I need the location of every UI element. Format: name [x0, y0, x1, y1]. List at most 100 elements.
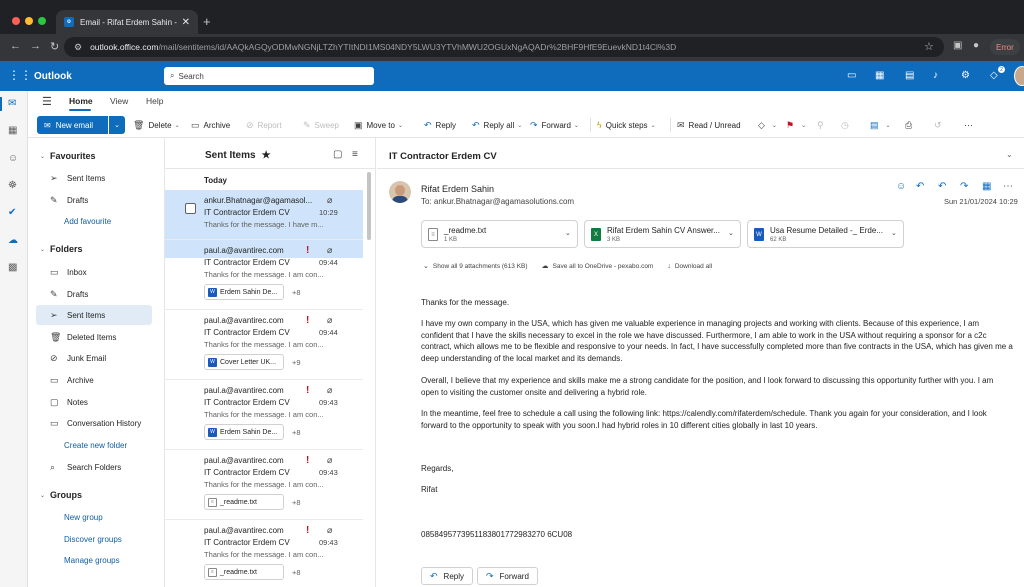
attachment-chip[interactable]: W Erdem Sahin De...: [204, 424, 284, 440]
show-all-attachments-link[interactable]: ⌄ Show all 9 attachments (613 KB): [423, 262, 528, 271]
teams-icon[interactable]: ▦: [875, 70, 884, 81]
favourite-drafts[interactable]: ✎ Drafts: [36, 190, 152, 210]
favourite-sent-items[interactable]: ➢ Sent Items: [36, 168, 152, 188]
new-tab-icon[interactable]: +: [203, 14, 211, 29]
message-checkbox[interactable]: [185, 203, 196, 214]
message-item[interactable]: paul.a@avantirec.com ! ⌀ IT Contractor E…: [165, 310, 363, 378]
close-window-button[interactable]: [12, 17, 20, 25]
browser-tab[interactable]: o Email - Rifat Erdem Sahin - O ✕: [56, 10, 198, 34]
message-item[interactable]: paul.a@avantirec.com ! ⌀ IT Contractor E…: [165, 450, 363, 518]
reply-toolbar-button[interactable]: ↶ Reply: [424, 120, 456, 131]
new-group-link[interactable]: New group: [64, 513, 103, 522]
add-favourite-link[interactable]: Add favourite: [64, 217, 111, 226]
reload-icon[interactable]: ↻: [50, 40, 59, 53]
back-icon[interactable]: ←: [10, 40, 21, 52]
read-unread-button[interactable]: ✉ Read / Unread: [677, 120, 741, 131]
reply-all-icon[interactable]: ↶: [938, 181, 946, 192]
chevron-down-icon[interactable]: ⌄: [891, 229, 897, 237]
groups-icon[interactable]: ☸: [8, 180, 17, 191]
reply-button[interactable]: ↶ Reply: [421, 567, 473, 585]
browser-error-pill[interactable]: Error: [990, 39, 1020, 55]
tab-close-icon[interactable]: ✕: [182, 17, 190, 28]
sender-avatar[interactable]: [389, 181, 411, 203]
folder-deleted-items[interactable]: 🗑 Deleted Items: [36, 327, 152, 347]
bookmark-star-icon[interactable]: ☆: [924, 40, 934, 53]
archive-button[interactable]: ▭ Archive: [191, 120, 230, 131]
folder-inbox[interactable]: ▭ Inbox: [36, 262, 152, 282]
my-day-icon[interactable]: ▤: [905, 70, 914, 81]
tab-view[interactable]: View: [110, 96, 128, 106]
premium-icon[interactable]: ◇: [990, 70, 998, 81]
print-button[interactable]: ⎙: [905, 120, 916, 131]
attachment-chip[interactable]: W Cover Letter UK...: [204, 354, 284, 370]
more-options-button[interactable]: ⋯: [964, 120, 977, 131]
reply-all-button[interactable]: ↶ Reply all ⌄: [472, 120, 522, 131]
report-button[interactable]: ⊘ Report: [246, 120, 282, 131]
folder-junk-email[interactable]: ⊘ Junk Email: [36, 348, 152, 368]
forward-icon[interactable]: →: [30, 40, 41, 52]
folder-conversation-history[interactable]: ▭ Conversation History: [36, 413, 152, 433]
attachment-chip[interactable]: W Erdem Sahin De...: [204, 284, 284, 300]
folder-drafts[interactable]: ✎ Drafts: [36, 284, 152, 304]
profile-icon[interactable]: ●: [973, 40, 979, 51]
folders-header[interactable]: ⌄ Folders: [40, 244, 83, 254]
todo-icon[interactable]: ✔: [8, 207, 16, 218]
attachment-chip[interactable]: ≡ _readme.txt: [204, 494, 284, 510]
folder-archive[interactable]: ▭ Archive: [36, 370, 152, 390]
delete-button[interactable]: 🗑 Delete ⌄: [133, 120, 180, 131]
snooze-button[interactable]: ◷: [841, 120, 853, 131]
attachment-more-count[interactable]: +8: [292, 428, 301, 437]
attachment-card[interactable]: ≡ _readme.txt 1 KB ⌄: [421, 220, 578, 248]
message-item[interactable]: paul.a@avantirec.com ! ⌀ IT Contractor E…: [165, 380, 363, 448]
reply-icon[interactable]: ↶: [916, 181, 924, 192]
favourite-star-icon[interactable]: ★: [262, 150, 271, 161]
notifications-icon[interactable]: ♪: [933, 70, 938, 81]
message-list-scrollbar[interactable]: [367, 172, 371, 240]
tab-help[interactable]: Help: [146, 96, 163, 106]
chevron-down-icon[interactable]: ⌄: [1006, 150, 1013, 159]
manage-groups-link[interactable]: Manage groups: [64, 556, 120, 565]
app-launcher-icon[interactable]: ⋮⋮: [8, 68, 32, 82]
attachment-card[interactable]: W Usa Resume Detailed -_ Erde... 62 KB ⌄: [747, 220, 904, 248]
message-item[interactable]: paul.a@avantirec.com ! ⌀ IT Contractor E…: [165, 520, 363, 587]
new-email-button[interactable]: ✉ New email: [37, 116, 108, 134]
attachment-more-count[interactable]: +9: [292, 358, 301, 367]
onedrive-icon[interactable]: ☁: [8, 235, 18, 246]
undo-button[interactable]: ↺: [934, 120, 946, 131]
maximize-window-button[interactable]: [38, 17, 46, 25]
url-field[interactable]: ⚙ outlook.office.com/mail/sentitems/id/A…: [64, 37, 944, 57]
forward-button[interactable]: ↷ Forward: [477, 567, 538, 585]
mail-icon[interactable]: ✉: [8, 98, 16, 109]
search-input[interactable]: ⌕ Search: [164, 67, 374, 85]
discover-groups-link[interactable]: Discover groups: [64, 535, 122, 544]
settings-gear-icon[interactable]: ⚙: [961, 70, 970, 81]
chevron-down-icon[interactable]: ⌄: [728, 229, 734, 237]
more-apps-icon[interactable]: ▩: [8, 262, 17, 273]
groups-header[interactable]: ⌄ Groups: [40, 490, 82, 500]
quick-steps-button[interactable]: ϟ Quick steps ⌄: [597, 120, 656, 130]
new-email-dropdown[interactable]: ⌄: [109, 116, 125, 134]
filter-icon[interactable]: ≡: [352, 149, 358, 160]
attachment-more-count[interactable]: +8: [292, 568, 301, 577]
pin-button[interactable]: ⚲: [817, 120, 828, 131]
forward-icon[interactable]: ↷: [960, 181, 968, 192]
teams-share-icon[interactable]: ▦: [982, 181, 991, 192]
categorize-button[interactable]: ◇ ⌄: [758, 120, 777, 131]
message-item[interactable]: paul.a@avantirec.com ! ⌀ IT Contractor E…: [165, 240, 363, 308]
sender-name[interactable]: Rifat Erdem Sahin: [421, 184, 494, 194]
people-icon[interactable]: ☺: [8, 153, 18, 164]
menu-icon[interactable]: ☰: [42, 95, 52, 108]
download-all-link[interactable]: ↓ Download all: [667, 262, 712, 270]
minimize-window-button[interactable]: [25, 17, 33, 25]
rules-button[interactable]: ▤ ⌄: [870, 120, 891, 131]
attachment-more-count[interactable]: +8: [292, 498, 301, 507]
flag-button[interactable]: ⚑ ⌄: [786, 120, 806, 131]
calendar-icon[interactable]: ▦: [8, 125, 17, 136]
meet-now-icon[interactable]: ▭: [847, 70, 856, 81]
create-new-folder-link[interactable]: Create new folder: [64, 441, 127, 450]
site-settings-icon[interactable]: ⚙: [74, 42, 82, 53]
move-to-button[interactable]: ▣ Move to ⌄: [354, 120, 403, 131]
attachment-more-count[interactable]: +8: [292, 288, 301, 297]
favourites-header[interactable]: ⌄ Favourites: [40, 151, 96, 161]
save-to-onedrive-link[interactable]: ☁ Save all to OneDrive - pexabo.com: [542, 262, 654, 271]
